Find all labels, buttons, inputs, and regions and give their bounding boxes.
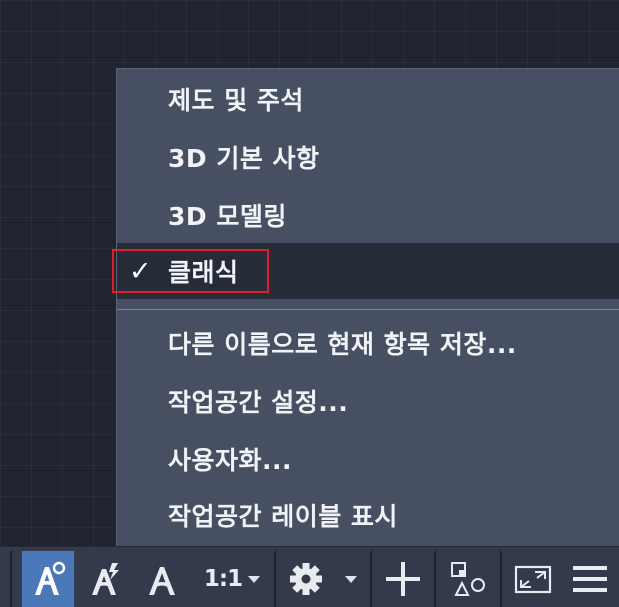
menu-item-label: 다른 이름으로 현재 항목 저장... [168, 330, 517, 359]
menu-item-show-workspace-label[interactable]: 작업공간 레이블 표시 [117, 487, 619, 543]
menu-item-customize[interactable]: 사용자화... [117, 431, 619, 487]
status-bar-divider [274, 551, 276, 607]
customization-menu-button[interactable] [564, 551, 616, 607]
annotation-visibility-button[interactable] [22, 551, 74, 607]
menu-item-label: 작업공간 레이블 표시 [168, 502, 398, 531]
gear-icon [290, 563, 322, 595]
status-bar-divider [500, 551, 502, 607]
menu-separator [117, 309, 619, 310]
fullscreen-button[interactable] [508, 551, 558, 607]
isolate-objects-icon [451, 562, 485, 596]
hamburger-menu-icon [573, 566, 607, 592]
fullscreen-icon [514, 565, 552, 594]
status-bar-divider [10, 551, 12, 607]
annotation-scale-dropdown[interactable]: 1:1 [196, 551, 268, 607]
menu-item-label: 제도 및 주석 [168, 86, 304, 115]
status-bar: 1:1 [0, 546, 619, 607]
menu-item-drafting-annotation[interactable]: 제도 및 주석 [117, 71, 619, 127]
plus-icon [386, 562, 420, 596]
workspace-dropdown-button[interactable] [336, 551, 366, 607]
menu-item-workspace-settings[interactable]: 작업공간 설정... [117, 373, 619, 429]
annotation-monitor-button[interactable] [378, 551, 428, 607]
chevron-down-icon [345, 575, 357, 583]
auto-scale-button[interactable] [80, 551, 132, 607]
chevron-down-icon [248, 575, 261, 583]
menu-item-classic[interactable]: ✓ 클래식 [112, 243, 619, 299]
auto-scale-icon [92, 563, 119, 595]
workspace-switching-button[interactable] [282, 551, 330, 607]
workspace-context-menu: 제도 및 주석 3D 기본 사항 3D 모델링 ✓ 클래식 다른 이름으로 현재… [112, 68, 619, 546]
status-bar-divider [370, 551, 372, 607]
checkmark-icon: ✓ [129, 255, 153, 287]
menu-item-label: 클래식 [168, 258, 239, 287]
menu-item-label: 3D 모델링 [168, 202, 287, 231]
menu-item-label: 3D 기본 사항 [168, 144, 320, 173]
annotation-object-button[interactable] [136, 551, 188, 607]
menu-item-3d-modeling[interactable]: 3D 모델링 [117, 187, 619, 243]
menu-item-label: 작업공간 설정... [168, 388, 349, 417]
annotation-object-icon [149, 567, 175, 595]
isolate-objects-button[interactable] [442, 551, 494, 607]
menu-item-label: 사용자화... [168, 446, 292, 475]
menu-item-3d-basics[interactable]: 3D 기본 사항 [117, 129, 619, 185]
annotation-scale-value: 1:1 [203, 566, 243, 592]
status-bar-divider [434, 551, 436, 607]
menu-item-save-current-as[interactable]: 다른 이름으로 현재 항목 저장... [117, 315, 619, 371]
annotation-visibility-icon [35, 561, 66, 595]
